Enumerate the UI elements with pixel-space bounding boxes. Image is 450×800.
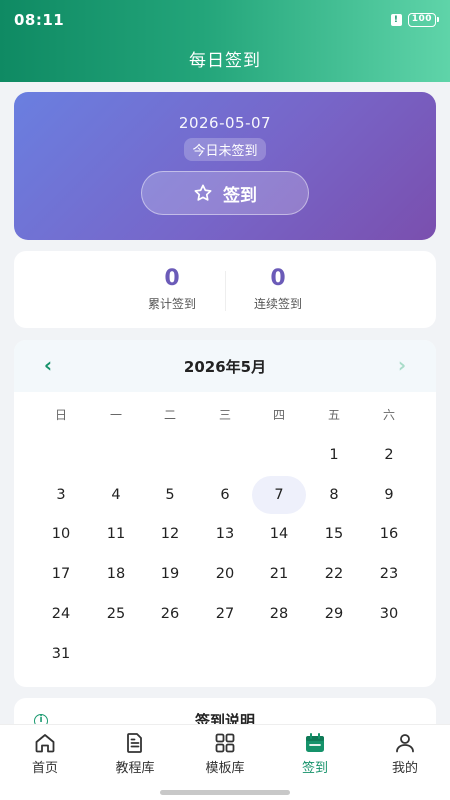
calendar-day[interactable]: 5 — [143, 476, 197, 514]
tab-checkin[interactable]: 签到 — [270, 731, 360, 776]
calendar-day[interactable]: 31 — [34, 635, 88, 673]
calendar-day[interactable]: 2 — [362, 436, 416, 474]
calendar-day[interactable]: 14 — [252, 515, 306, 553]
stat-total-label: 累计签到 — [147, 297, 196, 311]
tab-tutorials[interactable]: 教程库 — [90, 731, 180, 776]
tab-home-label: 首页 — [31, 761, 58, 776]
stat-streak-value: 0 — [270, 266, 286, 291]
calendar-day[interactable]: 17 — [34, 555, 88, 593]
home-indicator — [160, 790, 290, 795]
weekday-label: 四 — [272, 408, 285, 422]
calendar-day[interactable]: 20 — [198, 555, 252, 593]
calendar: ‹ 2026年5月 › 日一二三四五六 1 2 3 4 5 6 7 8 9 10 11 12 13 14 1… — [14, 340, 436, 687]
calendar-day[interactable]: 15 — [307, 515, 361, 553]
stat-streak-label: 连续签到 — [253, 297, 302, 311]
tab-templates-label: 模板库 — [205, 761, 245, 776]
checkin-button[interactable]: 签到 — [141, 171, 309, 215]
tab-home[interactable]: 首页 — [0, 731, 90, 776]
calendar-day[interactable]: 9 — [362, 476, 416, 514]
sim-alert-icon: ! — [390, 14, 402, 26]
tab-profile[interactable]: 我的 — [360, 731, 450, 776]
calendar-day[interactable]: 11 — [89, 515, 143, 553]
battery-icon: 100 — [407, 13, 440, 27]
weekday-label: 日 — [54, 408, 67, 422]
stats-card: 0 累计签到 0 连续签到 — [14, 251, 436, 328]
calendar-icon — [306, 733, 324, 752]
calendar-day[interactable]: 10 — [34, 515, 88, 553]
calendar-day[interactable]: 13 — [198, 515, 252, 553]
calendar-day[interactable]: 12 — [143, 515, 197, 553]
weekday-label: 二 — [163, 408, 176, 422]
calendar-day[interactable]: 28 — [252, 595, 306, 633]
weekday-label: 三 — [218, 408, 231, 422]
tab-templates[interactable]: 模板库 — [180, 731, 270, 776]
status-bar: 08:11 ! 100 — [0, 0, 450, 40]
calendar-day[interactable]: 22 — [307, 555, 361, 593]
calendar-month-title: 2026年5月 — [183, 357, 267, 376]
calendar-day-today[interactable]: 7 — [252, 475, 306, 514]
page-title: 每日签到 — [189, 51, 261, 71]
tab-checkin-label: 签到 — [301, 761, 328, 776]
stat-total-value: 0 — [164, 266, 180, 291]
calendar-day[interactable]: 4 — [89, 476, 143, 514]
calendar-day[interactable]: 24 — [34, 595, 88, 633]
tab-tutorials-label: 教程库 — [115, 761, 155, 776]
next-month-button[interactable]: › — [390, 354, 414, 378]
calendar-day[interactable]: 29 — [307, 595, 361, 633]
weekday-row: 日一二三四五六 — [14, 392, 436, 436]
calendar-day[interactable]: 16 — [362, 515, 416, 553]
calendar-header: ‹ 2026年5月 › — [14, 340, 436, 392]
checkin-button-label: 签到 — [223, 185, 257, 206]
app-header: 08:11 ! 100 每日签到 — [0, 0, 450, 82]
status-icons: ! 100 — [390, 13, 440, 27]
checkin-card: 2026-05-07 今日未签到 签到 — [14, 92, 436, 240]
prev-month-button[interactable]: ‹ — [36, 354, 60, 378]
tab-profile-label: 我的 — [391, 761, 418, 776]
home-icon — [35, 734, 55, 753]
grid-icon — [215, 733, 235, 753]
stat-streak: 0 连续签到 — [218, 267, 338, 312]
document-icon — [127, 733, 142, 753]
calendar-day[interactable]: 19 — [143, 555, 197, 593]
bottom-tab-bar: 首页 教程库 模板库 签到 我的 — [0, 724, 450, 800]
calendar-day[interactable]: 21 — [252, 555, 306, 593]
stat-total: 0 累计签到 — [112, 267, 232, 312]
calendar-day[interactable]: 30 — [362, 595, 416, 633]
calendar-day[interactable]: 25 — [89, 595, 143, 633]
weekday-label: 一 — [109, 408, 122, 422]
user-icon — [396, 734, 414, 753]
calendar-day[interactable]: 6 — [198, 476, 252, 514]
star-icon — [194, 184, 212, 201]
checkin-status-badge: 今日未签到 — [184, 138, 266, 161]
calendar-day[interactable]: 27 — [198, 595, 252, 633]
current-date: 2026-05-07 — [178, 114, 272, 132]
calendar-day[interactable]: 23 — [362, 555, 416, 593]
calendar-day[interactable]: 8 — [307, 476, 361, 514]
calendar-day[interactable]: 26 — [143, 595, 197, 633]
calendar-day[interactable]: 1 — [307, 436, 361, 474]
status-time: 08:11 — [14, 11, 65, 29]
weekday-label: 五 — [327, 408, 340, 422]
calendar-day[interactable]: 3 — [34, 476, 88, 514]
calendar-day[interactable]: 18 — [89, 555, 143, 593]
weekday-label: 六 — [382, 408, 395, 422]
